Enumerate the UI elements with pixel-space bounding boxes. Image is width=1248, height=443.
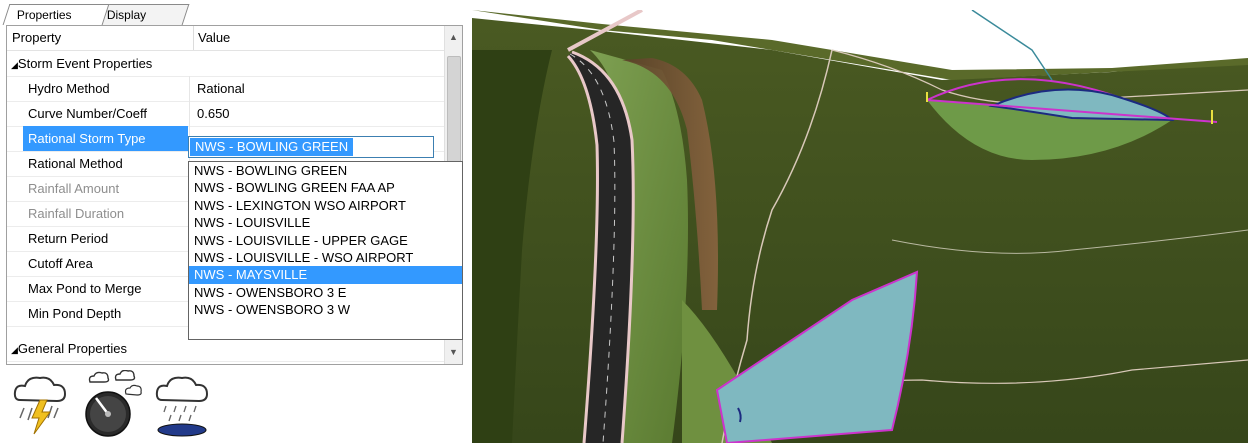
column-header-value[interactable]: Value [193, 26, 443, 50]
property-name: Return Period [28, 231, 109, 246]
storm-lightning-icon[interactable] [10, 370, 70, 440]
dropdown-option-highlighted[interactable]: NWS - MAYSVILLE [189, 266, 462, 284]
combobox-selected-text: NWS - BOWLING GREEN [190, 138, 354, 156]
rain-dial-icon[interactable] [82, 369, 142, 440]
storm-type-combobox[interactable]: NWS - BOWLING GREEN [188, 136, 434, 158]
column-header-property[interactable]: Property [12, 26, 61, 50]
dropdown-option[interactable]: NWS - BOWLING GREEN FAA AP [189, 179, 462, 196]
dropdown-option[interactable]: NWS - OWENSBORO 3 W [189, 301, 462, 318]
rain-pond-icon[interactable] [152, 370, 212, 440]
scroll-down-arrow-icon[interactable]: ▼ [445, 344, 462, 361]
dropdown-option[interactable]: NWS - OWENSBORO 3 E [189, 284, 462, 301]
category-storm-label: Storm Event Properties [17, 56, 153, 71]
property-name: Rainfall Amount [28, 181, 120, 196]
dropdown-option[interactable]: NWS - LOUISVILLE - UPPER GAGE [189, 232, 462, 249]
property-name: Min Pond Depth [28, 306, 122, 321]
category-general-label: General Properties [17, 341, 128, 356]
property-value[interactable]: Rational [189, 76, 447, 101]
scroll-up-arrow-icon[interactable]: ▲ [445, 29, 462, 46]
property-name: Rainfall Duration [28, 206, 125, 221]
property-row-curve-number[interactable]: Curve Number/Coeff 0.650 [7, 101, 444, 127]
property-name: Rational Method [28, 156, 123, 171]
property-name: Rational Storm Type [23, 126, 188, 151]
collapse-triangle-icon[interactable]: ◢ [11, 345, 18, 355]
collapse-triangle-icon[interactable]: ◢ [11, 60, 18, 70]
dropdown-option[interactable]: NWS - LEXINGTON WSO AIRPORT [189, 197, 462, 214]
dropdown-option[interactable]: NWS - LOUISVILLE - WSO AIRPORT [189, 249, 462, 266]
dropdown-option[interactable]: NWS - BOWLING GREEN [189, 162, 462, 179]
property-name: Cutoff Area [28, 256, 93, 271]
storm-toolbar [8, 369, 228, 440]
terrain-3d-viewport[interactable] [472, 10, 1248, 443]
properties-panel: Properties Display Property Value ◢Storm… [0, 0, 466, 443]
property-name: Hydro Method [28, 81, 110, 96]
property-name: Max Pond to Merge [28, 281, 142, 296]
category-row-storm[interactable]: ◢Storm Event Properties [7, 51, 444, 77]
dropdown-option[interactable]: NWS - LOUISVILLE [189, 214, 462, 231]
tab-display-label: Display [106, 8, 147, 22]
tab-properties-label: Properties [16, 8, 72, 22]
grid-header: Property Value [7, 26, 444, 51]
category-label: ◢Storm Event Properties [11, 51, 431, 76]
storm-type-dropdown-list[interactable]: NWS - BOWLING GREEN NWS - BOWLING GREEN … [188, 161, 463, 340]
tab-properties[interactable]: Properties [2, 4, 110, 25]
property-row-hydro-method[interactable]: Hydro Method Rational [7, 76, 444, 102]
property-name: Curve Number/Coeff [28, 106, 147, 121]
property-value[interactable]: 0.650 [189, 101, 447, 126]
